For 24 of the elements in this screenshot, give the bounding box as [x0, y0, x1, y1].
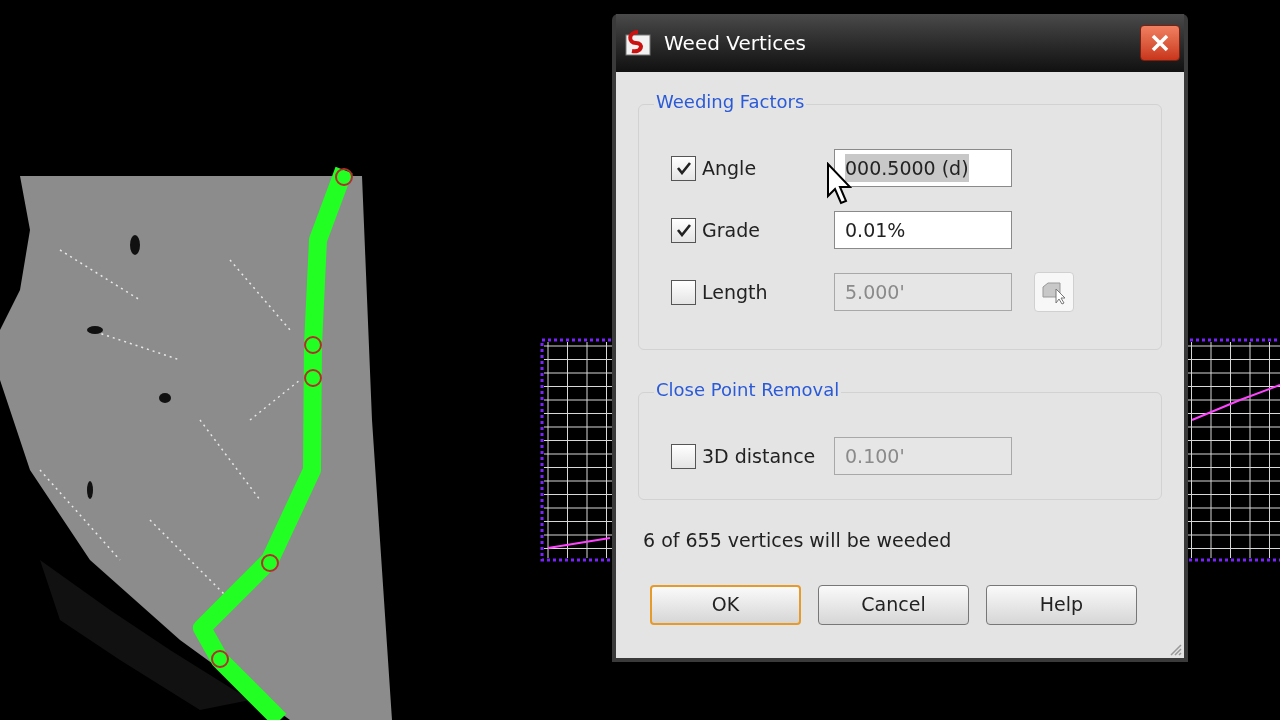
- option-label: Length: [702, 279, 768, 305]
- value-field[interactable]: 0.01%: [834, 211, 1012, 249]
- option-label: 3D distance: [702, 443, 816, 469]
- value-field[interactable]: 000.5000 (d): [834, 149, 1012, 187]
- status-text: 6 of 655 vertices will be weeded: [643, 528, 953, 553]
- pick-object-icon: [1040, 279, 1068, 305]
- field-value: 0.01%: [845, 217, 906, 243]
- checkbox[interactable]: [671, 155, 696, 181]
- close-button[interactable]: [1140, 25, 1180, 61]
- app-logo-icon: [624, 29, 654, 57]
- dialog-button[interactable]: Cancel: [818, 584, 969, 625]
- checkbox[interactable]: [671, 217, 696, 243]
- close-icon: [1150, 33, 1170, 53]
- resize-grip-icon: [1168, 642, 1182, 656]
- field-value: 000.5000 (d): [845, 153, 969, 183]
- dialog-button[interactable]: OK: [650, 584, 801, 625]
- window-title: Weed Vertices: [664, 30, 807, 57]
- option-label: Angle: [702, 155, 757, 181]
- field-value: 5.000': [845, 279, 905, 305]
- field-value: 0.100': [845, 443, 905, 469]
- check-icon: [675, 223, 692, 237]
- check-icon: [675, 161, 692, 175]
- option-label: Grade: [702, 217, 760, 243]
- dialog-button[interactable]: Help: [986, 584, 1137, 625]
